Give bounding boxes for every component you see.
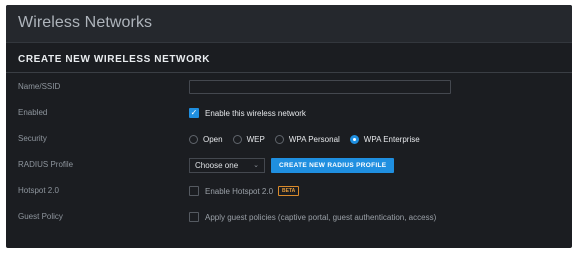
hotspot-label: Hotspot 2.0 — [18, 186, 59, 195]
section-divider — [6, 72, 572, 73]
radius-select-value: Choose one — [195, 160, 239, 170]
page-title: Wireless Networks — [18, 14, 153, 31]
radius-row: RADIUS Profile Choose one ⌄ CREATE NEW R… — [6, 152, 572, 178]
section-title: CREATE NEW WIRELESS NETWORK — [18, 54, 211, 65]
radius-label: RADIUS Profile — [18, 160, 74, 169]
hotspot-checkbox-label[interactable]: Enable Hotspot 2.0 — [205, 187, 273, 196]
panel-header: Wireless Networks — [6, 5, 572, 43]
enabled-row: Enabled ✓ Enable this wireless network — [6, 100, 572, 126]
create-radius-profile-button[interactable]: CREATE NEW RADIUS PROFILE — [271, 157, 395, 173]
guest-policy-checkbox-label[interactable]: Apply guest policies (captive portal, gu… — [205, 213, 436, 222]
security-option-open[interactable]: Open — [203, 135, 223, 144]
security-radio-wpa-personal[interactable] — [274, 134, 284, 144]
guest-policy-row: Guest Policy Apply guest policies (capti… — [6, 204, 572, 230]
chevron-down-icon: ⌄ — [253, 162, 259, 169]
ssid-label: Name/SSID — [18, 82, 61, 91]
enabled-checkbox[interactable]: ✓ — [189, 108, 199, 118]
hotspot-row: Hotspot 2.0 Enable Hotspot 2.0 BETA — [6, 178, 572, 204]
security-label: Security — [18, 134, 47, 143]
wireless-networks-panel: Wireless Networks CREATE NEW WIRELESS NE… — [6, 5, 572, 248]
checkmark-icon: ✓ — [190, 108, 198, 117]
security-option-wpa-personal[interactable]: WPA Personal — [289, 135, 340, 144]
radius-profile-select[interactable]: Choose one ⌄ — [189, 157, 265, 173]
beta-badge: BETA — [278, 186, 300, 196]
security-radio-wep[interactable] — [232, 134, 242, 144]
security-row: Security Open WEP WPA Personal WPA Enter… — [6, 126, 572, 152]
security-radio-wpa-enterprise[interactable] — [349, 134, 359, 144]
security-option-wpa-enterprise[interactable]: WPA Enterprise — [364, 135, 420, 144]
hotspot-checkbox[interactable] — [189, 186, 199, 196]
guest-policy-label: Guest Policy — [18, 212, 63, 221]
enabled-label: Enabled — [18, 108, 48, 117]
ssid-row: Name/SSID — [6, 74, 572, 100]
security-radio-open[interactable] — [189, 134, 198, 144]
ssid-input[interactable] — [189, 80, 451, 94]
guest-policy-checkbox[interactable] — [189, 212, 199, 222]
enabled-checkbox-label[interactable]: Enable this wireless network — [205, 109, 306, 118]
security-option-wep[interactable]: WEP — [247, 135, 265, 144]
